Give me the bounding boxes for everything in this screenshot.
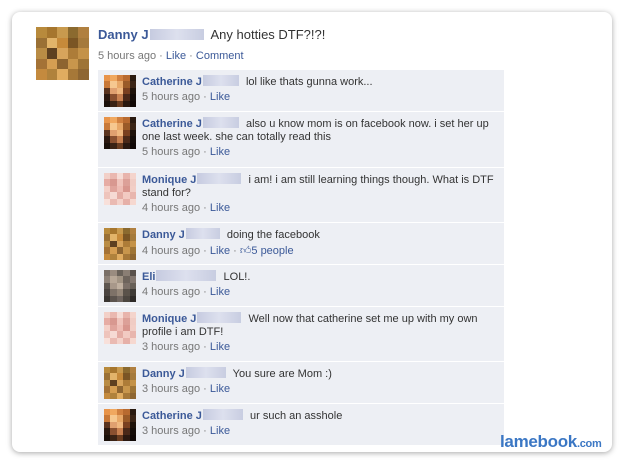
comment-timestamp: 4 hours ago — [142, 245, 201, 257]
comment-timestamp: 5 hours ago — [142, 146, 201, 158]
comment-author-link[interactable]: Danny J — [142, 368, 185, 380]
comment-body: doing the facebook — [226, 229, 320, 241]
comment: Eli LOL!. 4 hours ago · Like — [98, 265, 504, 307]
separator: · — [233, 245, 237, 257]
redacted-surname — [156, 270, 217, 281]
like-link[interactable]: Like — [166, 50, 186, 62]
avatar[interactable] — [104, 312, 136, 344]
post-author-link[interactable]: Danny J — [98, 27, 149, 42]
watermark-tld: .com — [576, 438, 602, 450]
like-link[interactable]: Like — [210, 425, 230, 437]
avatar[interactable] — [104, 270, 136, 302]
avatar[interactable] — [104, 75, 136, 107]
separator: · — [159, 50, 163, 62]
comment-list: Catherine J lol like thats gunna work...… — [98, 70, 504, 446]
avatar[interactable] — [104, 228, 136, 260]
lamebook-watermark: lamebook.com — [500, 432, 602, 452]
comment: Monique J Well now that catherine set me… — [98, 307, 504, 362]
separator: · — [203, 202, 207, 214]
comment-author-link[interactable]: Catherine J — [142, 118, 202, 130]
comment-body: LOL!. — [223, 271, 251, 283]
like-link[interactable]: Like — [210, 146, 230, 158]
comment-timestamp: 5 hours ago — [142, 91, 201, 103]
comment: Monique J i am! i am still learning thin… — [98, 168, 504, 223]
avatar[interactable] — [36, 27, 89, 80]
redacted-surname — [149, 29, 204, 40]
separator: · — [203, 146, 207, 158]
likes-count-link[interactable]: 5 people — [251, 245, 293, 257]
post-meta: 5 hours ago · Like · Comment — [98, 50, 244, 62]
comment-link[interactable]: Comment — [196, 50, 244, 62]
post-timestamp: 5 hours ago — [98, 50, 157, 62]
like-link[interactable]: Like — [210, 202, 230, 214]
thumbs-up-icon: 👍︎ — [239, 245, 252, 257]
comment-body: You sure are Mom :) — [232, 368, 332, 380]
comment-timestamp: 4 hours ago — [142, 286, 201, 298]
comment-author-link[interactable]: Monique J — [142, 313, 196, 325]
separator: · — [189, 50, 193, 62]
redacted-surname — [185, 228, 220, 239]
facebook-post-card: Danny J Any hotties DTF?!?! 5 hours ago … — [12, 12, 612, 452]
separator: · — [203, 91, 207, 103]
avatar[interactable] — [104, 173, 136, 205]
redacted-surname — [202, 409, 243, 420]
avatar[interactable] — [104, 409, 136, 441]
separator: · — [203, 425, 207, 437]
comment-author-link[interactable]: Catherine J — [142, 410, 202, 422]
comment-body: ur such an asshole — [249, 410, 343, 422]
separator: · — [203, 383, 207, 395]
comment-author-link[interactable]: Eli — [142, 271, 155, 283]
comment-author-link[interactable]: Catherine J — [142, 76, 202, 88]
watermark-brand: lamebook — [500, 432, 577, 451]
separator: · — [203, 286, 207, 298]
comment: Danny J You sure are Mom :) 3 hours ago … — [98, 362, 504, 404]
comment-timestamp: 3 hours ago — [142, 425, 201, 437]
post-body: Any hotties DTF?!?! — [210, 27, 326, 42]
redacted-surname — [185, 367, 226, 378]
comment: Catherine J ur such an asshole 3 hours a… — [98, 404, 504, 446]
separator: · — [203, 245, 207, 257]
like-link[interactable]: Like — [210, 383, 230, 395]
comment: Danny J doing the facebook 4 hours ago ·… — [98, 223, 504, 265]
comment-timestamp: 3 hours ago — [142, 383, 201, 395]
redacted-surname — [202, 75, 239, 86]
redacted-surname — [202, 117, 239, 128]
comment-body: lol like thats gunna work... — [245, 76, 373, 88]
like-link[interactable]: Like — [210, 245, 230, 257]
redacted-surname — [197, 173, 242, 184]
avatar[interactable] — [104, 367, 136, 399]
comment-author-link[interactable]: Danny J — [142, 229, 185, 241]
comment-author-link[interactable]: Monique J — [142, 174, 196, 186]
separator: · — [203, 341, 207, 353]
comment: Catherine J lol like thats gunna work...… — [98, 70, 504, 112]
redacted-surname — [197, 312, 242, 323]
like-link[interactable]: Like — [210, 286, 230, 298]
post-status: Danny J Any hotties DTF?!?! — [98, 27, 325, 42]
avatar[interactable] — [104, 117, 136, 149]
comment-timestamp: 4 hours ago — [142, 202, 201, 214]
comment: Catherine J also u know mom is on facebo… — [98, 112, 504, 168]
comment-timestamp: 3 hours ago — [142, 341, 201, 353]
like-link[interactable]: Like — [210, 341, 230, 353]
like-link[interactable]: Like — [210, 91, 230, 103]
